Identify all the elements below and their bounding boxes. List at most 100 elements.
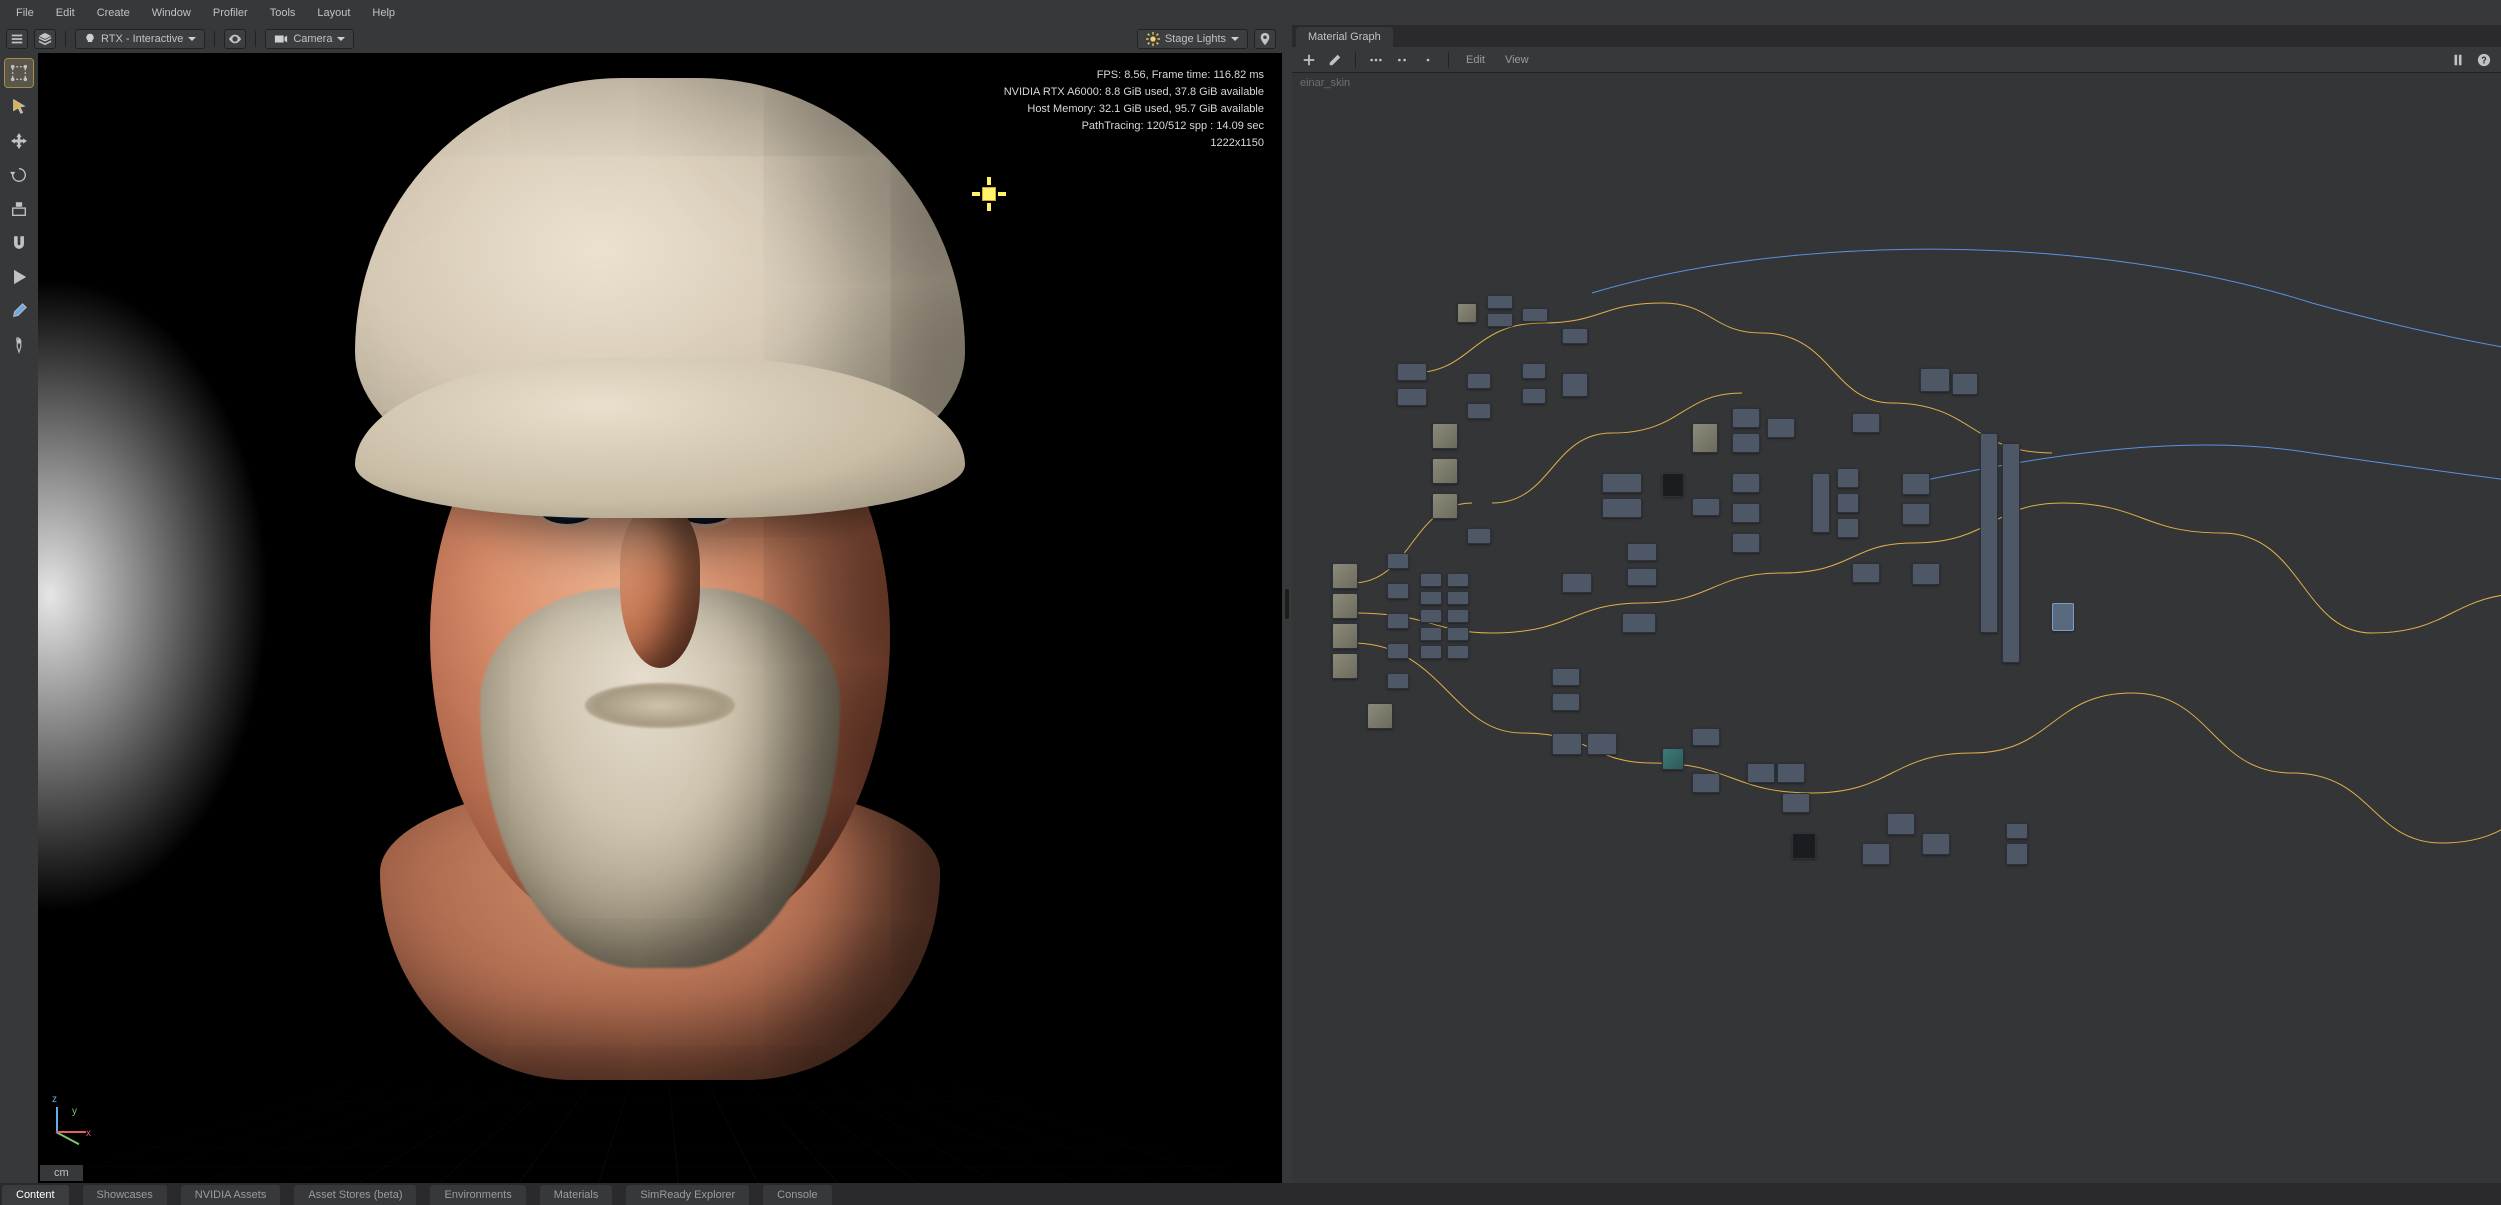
graph-node[interactable] [1732,533,1760,553]
light-gizmo-icon[interactable] [976,181,1002,207]
tab-materials[interactable]: Materials [540,1185,613,1205]
graph-node[interactable] [1387,553,1409,569]
measure-tool[interactable] [5,331,33,359]
graph-node[interactable] [1332,623,1358,649]
pause-icon[interactable] [2449,51,2467,69]
graph-node[interactable] [1602,498,1642,518]
graph-node[interactable] [1447,609,1469,623]
graph-output-node[interactable] [2052,603,2074,631]
graph-node[interactable] [1920,368,1950,392]
help-icon[interactable] [2475,51,2493,69]
graph-node[interactable] [1562,373,1588,397]
graph-node[interactable] [1692,423,1718,453]
graph-node[interactable] [1837,468,1859,488]
material-graph-canvas[interactable]: einar_skin [1292,73,2501,1183]
mg-menu-view[interactable]: View [1499,52,1535,68]
graph-node[interactable] [1387,643,1409,659]
graph-node[interactable] [1662,473,1684,497]
graph-node[interactable] [1467,403,1491,419]
graph-node[interactable] [1447,627,1469,641]
graph-node[interactable] [1522,308,1548,322]
more-dots-icon[interactable] [1367,51,1385,69]
menu-edit[interactable]: Edit [46,4,85,22]
graph-node[interactable] [1732,473,1760,493]
edit-pencil-icon[interactable] [1326,51,1344,69]
graph-node[interactable] [1432,493,1458,519]
one-dot-icon[interactable] [1419,51,1437,69]
graph-node[interactable] [1367,703,1393,729]
graph-node[interactable] [1387,673,1409,689]
graph-node[interactable] [1420,627,1442,641]
menu-tools[interactable]: Tools [260,4,306,22]
tab-console[interactable]: Console [763,1185,831,1205]
graph-node[interactable] [1852,563,1880,583]
tab-nvidia-assets[interactable]: NVIDIA Assets [181,1185,281,1205]
brush-tool[interactable] [5,297,33,325]
snap-tool[interactable] [5,229,33,257]
rotate-tool[interactable] [5,161,33,189]
graph-node[interactable] [1332,563,1358,589]
graph-node[interactable] [1862,843,1890,865]
tab-showcases[interactable]: Showcases [83,1185,167,1205]
graph-node[interactable] [2006,823,2028,839]
viewport-units[interactable]: cm [40,1165,83,1181]
graph-node[interactable] [1487,313,1513,327]
tab-simready-explorer[interactable]: SimReady Explorer [626,1185,749,1205]
graph-node[interactable] [1902,473,1930,495]
hamburger-icon[interactable] [6,29,28,49]
viewport-canvas[interactable] [38,53,1282,1183]
tab-content[interactable]: Content [2,1185,69,1205]
graph-node[interactable] [1837,518,1859,538]
graph-node[interactable] [1467,373,1491,389]
graph-node[interactable] [1447,645,1469,659]
graph-node[interactable] [1922,833,1950,855]
menu-layout[interactable]: Layout [307,4,360,22]
graph-node[interactable] [1552,693,1580,711]
graph-node[interactable] [1747,763,1775,783]
graph-node[interactable] [1622,613,1656,633]
graph-node[interactable] [1812,473,1830,533]
two-dots-icon[interactable] [1393,51,1411,69]
graph-node[interactable] [1552,733,1582,755]
graph-node[interactable] [1587,733,1617,755]
graph-node[interactable] [1777,763,1805,783]
graph-node[interactable] [1447,591,1469,605]
graph-node[interactable] [1332,593,1358,619]
graph-node[interactable] [1562,328,1588,344]
graph-node[interactable] [1432,458,1458,484]
material-graph-tab[interactable]: Material Graph [1296,27,1393,47]
graph-node[interactable] [1627,568,1657,586]
location-pin-icon[interactable] [1254,29,1276,49]
graph-node[interactable] [1387,613,1409,629]
graph-node[interactable] [1952,373,1978,395]
tab-environments[interactable]: Environments [430,1185,525,1205]
graph-node[interactable] [1837,493,1859,513]
scale-tool[interactable] [5,195,33,223]
graph-node[interactable] [1420,609,1442,623]
graph-node[interactable] [1552,668,1580,686]
graph-node[interactable] [1522,363,1546,379]
menu-help[interactable]: Help [362,4,405,22]
graph-node[interactable] [1432,423,1458,449]
graph-node[interactable] [1692,498,1720,516]
graph-node[interactable] [1912,563,1940,585]
pointer-tool[interactable] [5,93,33,121]
graph-node[interactable] [1692,728,1720,746]
graph-node[interactable] [1852,413,1880,433]
graph-node[interactable] [1692,773,1720,793]
graph-node[interactable] [1487,295,1513,309]
graph-node[interactable] [1457,303,1477,323]
menu-window[interactable]: Window [142,4,201,22]
mg-menu-edit[interactable]: Edit [1460,52,1491,68]
renderer-dropdown[interactable]: RTX - Interactive [75,29,205,49]
graph-node[interactable] [1420,645,1442,659]
graph-node[interactable] [1447,573,1469,587]
graph-node[interactable] [2002,443,2020,663]
graph-node[interactable] [1420,573,1442,587]
graph-node[interactable] [1732,503,1760,523]
graph-node[interactable] [1782,793,1810,813]
visibility-eye-icon[interactable] [224,29,246,49]
camera-dropdown[interactable]: Camera [265,29,354,49]
graph-node[interactable] [1792,833,1816,859]
menu-profiler[interactable]: Profiler [203,4,258,22]
